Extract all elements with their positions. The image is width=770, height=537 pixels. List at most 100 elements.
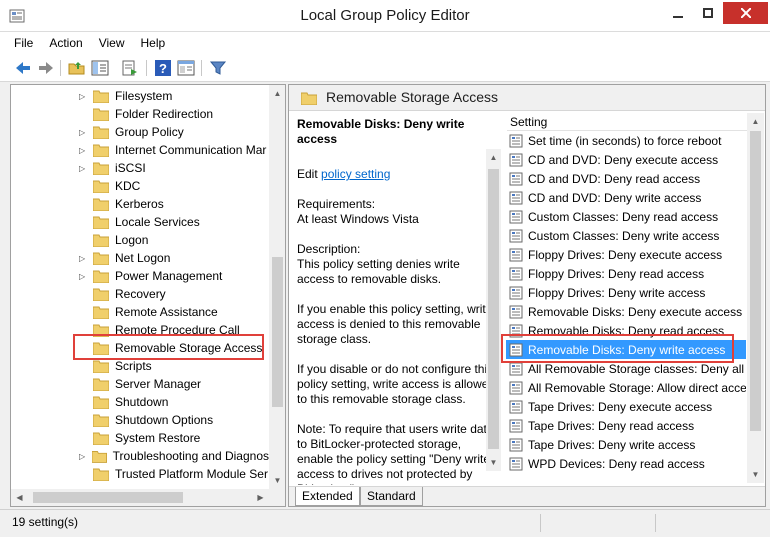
status-separator xyxy=(655,514,656,532)
expand-arrow-icon[interactable]: ▷ xyxy=(79,128,89,137)
console-tree[interactable]: ▷ Filesystem Folder Redirection ▷ Group Poli… xyxy=(10,84,286,507)
policy-setting-link[interactable]: policy setting xyxy=(321,167,390,181)
properties-icon[interactable] xyxy=(177,59,195,77)
highlight-box-tree-item xyxy=(73,334,264,360)
expand-arrow-icon[interactable]: ▷ xyxy=(79,272,89,281)
policy-setting-icon xyxy=(509,172,523,185)
list-scroll-thumb[interactable] xyxy=(750,131,761,431)
setting-row[interactable]: Floppy Drives: Deny write access xyxy=(506,283,746,302)
expand-arrow-icon[interactable]: ▷ xyxy=(79,92,89,101)
forward-arrow-icon[interactable] xyxy=(37,59,55,77)
description-scrollbar[interactable]: ▲ ▼ xyxy=(486,149,501,471)
expand-arrow-icon[interactable]: ▷ xyxy=(79,452,88,461)
setting-row[interactable]: Custom Classes: Deny read access xyxy=(506,207,746,226)
tree-item[interactable]: Folder Redirection xyxy=(11,105,269,123)
description-block: Description: This policy setting denies w… xyxy=(297,242,497,287)
tree-item[interactable]: ▷ iSCSI xyxy=(11,159,269,177)
expand-arrow-icon[interactable]: ▷ xyxy=(79,164,89,173)
tree-vertical-scrollbar[interactable]: ▲ ▼ xyxy=(269,85,285,489)
list-vertical-scrollbar[interactable]: ▲ ▼ xyxy=(747,113,764,483)
tree-scroll-thumb[interactable] xyxy=(272,257,283,407)
expand-arrow-icon[interactable]: ▷ xyxy=(79,146,89,155)
folder-icon xyxy=(93,90,109,103)
menu-action[interactable]: Action xyxy=(49,36,82,50)
description-heading: Removable Disks: Deny write access xyxy=(297,117,465,146)
setting-row[interactable]: Custom Classes: Deny write access xyxy=(506,226,746,245)
tree-item[interactable]: Remote Assistance xyxy=(11,303,269,321)
menu-help[interactable]: Help xyxy=(141,36,166,50)
folder-icon xyxy=(93,234,109,247)
tree-item-label: Trusted Platform Module Ser xyxy=(115,467,268,481)
setting-row[interactable]: Tape Drives: Deny execute access xyxy=(506,397,746,416)
expand-arrow-icon[interactable]: ▷ xyxy=(79,254,89,263)
setting-row[interactable]: WPD Devices: Deny read access xyxy=(506,454,746,473)
close-button[interactable] xyxy=(723,2,768,24)
list-scroll-up-icon[interactable]: ▲ xyxy=(747,113,764,130)
setting-column-header[interactable]: Setting xyxy=(507,113,749,131)
minimize-button[interactable] xyxy=(664,2,692,24)
setting-row[interactable]: CD and DVD: Deny read access xyxy=(506,169,746,188)
tree-item[interactable]: Server Manager xyxy=(11,375,269,393)
tree-item[interactable]: ▷ Internet Communication Mar xyxy=(11,141,269,159)
menu-file[interactable]: File xyxy=(14,36,33,50)
status-separator xyxy=(540,514,541,532)
setting-row[interactable]: Floppy Drives: Deny read access xyxy=(506,264,746,283)
tree-item[interactable]: Locale Services xyxy=(11,213,269,231)
details-title: Removable Storage Access xyxy=(326,89,498,105)
show-hide-tree-icon[interactable] xyxy=(91,59,109,77)
folder-icon xyxy=(93,270,109,283)
setting-row[interactable]: Floppy Drives: Deny execute access xyxy=(506,245,746,264)
back-arrow-icon[interactable] xyxy=(14,59,32,77)
folder-icon xyxy=(301,92,317,105)
setting-row[interactable]: Tape Drives: Deny write access xyxy=(506,435,746,454)
tree-item[interactable]: Kerberos xyxy=(11,195,269,213)
tree-hscroll-thumb[interactable] xyxy=(33,492,183,503)
maximize-button[interactable] xyxy=(694,2,722,24)
setting-label: Floppy Drives: Deny write access xyxy=(528,285,706,300)
tree-horizontal-scrollbar[interactable]: ◀ ▶ xyxy=(11,489,269,506)
tab-standard[interactable]: Standard xyxy=(360,487,423,506)
tree-item[interactable]: Trusted Platform Module Ser xyxy=(11,465,269,483)
help-icon[interactable]: ? xyxy=(154,59,172,77)
setting-label: CD and DVD: Deny write access xyxy=(528,190,702,205)
filter-icon[interactable] xyxy=(209,59,227,77)
setting-row[interactable]: CD and DVD: Deny execute access xyxy=(506,150,746,169)
setting-row[interactable]: CD and DVD: Deny write access xyxy=(506,188,746,207)
status-bar: 19 setting(s) xyxy=(0,509,770,537)
tree-item[interactable]: ▷ Troubleshooting and Diagnos xyxy=(11,447,269,465)
desc-scroll-up-icon[interactable]: ▲ xyxy=(485,149,502,166)
tree-item[interactable]: Shutdown Options xyxy=(11,411,269,429)
scroll-up-arrow-icon[interactable]: ▲ xyxy=(269,85,285,102)
scroll-right-arrow-icon[interactable]: ▶ xyxy=(252,489,269,506)
tree-item[interactable]: KDC xyxy=(11,177,269,195)
scroll-left-arrow-icon[interactable]: ◀ xyxy=(11,489,28,506)
tree-item[interactable]: ▷ Filesystem xyxy=(11,87,269,105)
up-folder-icon[interactable] xyxy=(68,59,86,77)
scroll-down-arrow-icon[interactable]: ▼ xyxy=(269,472,285,489)
setting-row[interactable]: All Removable Storage: Allow direct acce… xyxy=(506,378,746,397)
setting-row[interactable]: Tape Drives: Deny read access xyxy=(506,416,746,435)
edit-prefix: Edit xyxy=(297,167,318,181)
tab-extended[interactable]: Extended xyxy=(295,487,360,506)
tree-item[interactable]: Shutdown xyxy=(11,393,269,411)
setting-label: All Removable Storage classes: Deny all … xyxy=(528,361,746,376)
tree-item-label: Shutdown xyxy=(115,395,169,409)
export-list-icon[interactable] xyxy=(121,59,139,77)
setting-row[interactable]: Set time (in seconds) to force reboot xyxy=(506,131,746,150)
list-scroll-down-icon[interactable]: ▼ xyxy=(747,466,764,483)
tree-item[interactable]: System Restore xyxy=(11,429,269,447)
setting-label: Custom Classes: Deny read access xyxy=(528,209,719,224)
setting-label: All Removable Storage: Allow direct acce… xyxy=(528,380,746,395)
folder-icon xyxy=(93,108,109,121)
tree-item[interactable]: ▷ Power Management xyxy=(11,267,269,285)
desc-scroll-thumb[interactable] xyxy=(488,169,499,449)
tree-item[interactable]: ▷ Net Logon xyxy=(11,249,269,267)
tree-item[interactable]: Logon xyxy=(11,231,269,249)
tree-item[interactable]: Recovery xyxy=(11,285,269,303)
setting-row[interactable]: Removable Disks: Deny execute access xyxy=(506,302,746,321)
menu-view[interactable]: View xyxy=(99,36,125,50)
tree-item[interactable]: ▷ Group Policy xyxy=(11,123,269,141)
desc-scroll-down-icon[interactable]: ▼ xyxy=(485,454,502,471)
details-pane: Removable Storage Access Removable Disks… xyxy=(288,84,766,507)
folder-icon xyxy=(93,162,109,175)
